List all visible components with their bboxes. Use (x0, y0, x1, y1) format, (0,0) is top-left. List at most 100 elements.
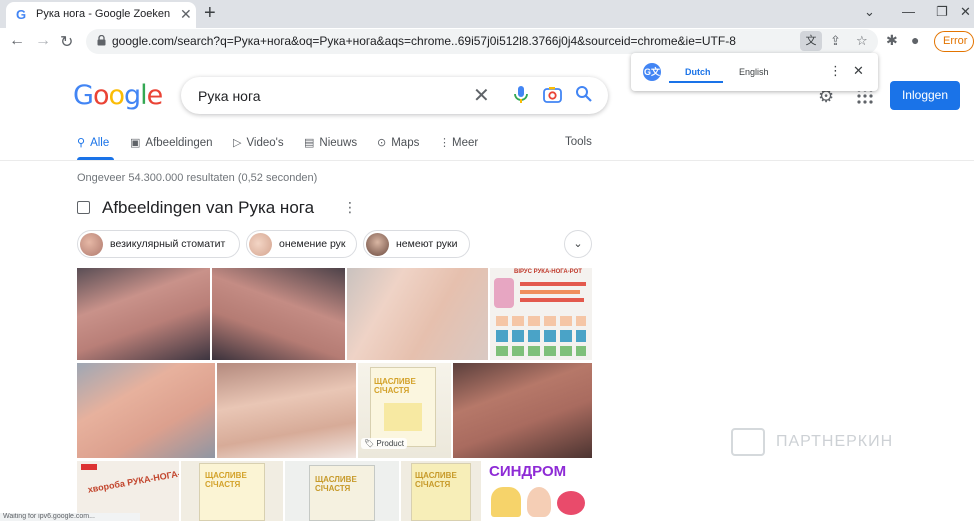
google-logo[interactable]: Google (73, 80, 164, 111)
image-result-product-bag[interactable]: ЩАСЛИВЕ СІЧАСТЯ (285, 461, 399, 521)
chip-hands-go-numb[interactable]: немеют руки (363, 230, 470, 258)
result-stats: Ongeveer 54.300.000 resultaten (0,52 sec… (77, 172, 318, 184)
image-result-product-pack-2[interactable]: ЩАСЛИВЕ СІЧАСТЯ (181, 461, 283, 521)
chip-label: везикулярный стоматит (110, 238, 226, 250)
translate-popup: G文 Dutch English ⋮ ✕ (631, 53, 878, 91)
tab-label: Maps (391, 137, 420, 149)
product-badge: 🏷 Product (361, 438, 407, 449)
tab-more[interactable]: ⋮ Meer (439, 136, 478, 149)
translate-target-lang[interactable]: English (739, 67, 769, 77)
logo-letter: o (92, 80, 110, 111)
play-icon: ▷ (233, 137, 242, 149)
browser-status-bar: Waiting for ipv6.google.com... (0, 513, 140, 521)
syndrome-title: СИНДРОМ (489, 463, 567, 480)
pack-label: ЩАСЛИВЕ СІЧАСТЯ (205, 471, 247, 489)
microphone-icon[interactable] (513, 85, 529, 105)
tabs-divider (0, 160, 974, 161)
translate-source-lang[interactable]: Dutch (685, 67, 711, 77)
search-input[interactable]: Рука нога (198, 88, 261, 104)
tab-maps[interactable]: ⊙ Maps (377, 136, 419, 149)
image-result-hands-rash-2[interactable] (212, 268, 345, 360)
image-section-icon (77, 201, 90, 214)
reload-icon[interactable]: ↻ (60, 32, 73, 52)
pack-label: ЩАСЛИВЕ СІЧАСТЯ (415, 471, 457, 489)
image-result-infographic[interactable]: ВІРУС РУКА-НОГА-РОТ (490, 268, 592, 360)
infographic-title: ВІРУС РУКА-НОГА-РОТ (514, 269, 582, 275)
image-result-hands-closeup[interactable] (453, 363, 592, 458)
extensions-puzzle-icon[interactable]: ✱ (886, 32, 898, 49)
logo-letter: e (146, 80, 164, 111)
watermark-text: ПАРТНЕРКИН (776, 433, 894, 450)
image-result-palms-spots[interactable] (77, 363, 215, 458)
more-vert-icon: ⋮ (439, 137, 450, 149)
tab-all[interactable]: ⚲ Alle (77, 136, 109, 149)
tab-search-chevron-icon[interactable]: ⌄ (864, 4, 875, 20)
chip-thumbnail (80, 233, 103, 256)
tab-label: Meer (452, 137, 479, 149)
google-translate-logo-icon: G文 (643, 63, 661, 81)
lock-icon[interactable] (97, 35, 106, 46)
poster-title: хвороба РУКА-НОГА-РОТ (86, 465, 179, 495)
restore-icon[interactable]: ❐ (936, 4, 948, 20)
url-text[interactable]: google.com/search?q=Рука+нога&oq=Рука+но… (112, 34, 736, 48)
clear-search-icon[interactable]: ✕ (473, 83, 490, 108)
google-favicon-icon: G (16, 7, 27, 22)
image-result-hfmd-poster[interactable]: хвороба РУКА-НОГА-РОТ (77, 461, 179, 521)
address-bar[interactable]: google.com/search?q=Рука+нога&oq=Рука+но… (86, 29, 878, 54)
pin-icon: ⊙ (377, 137, 387, 149)
logo-letter: o (108, 80, 125, 111)
image-result-hands-rash-1[interactable] (77, 268, 210, 360)
pack-label: ЩАСЛИВЕ СІЧАСТЯ (315, 475, 357, 493)
login-button[interactable]: Inloggen (890, 81, 960, 110)
share-icon[interactable]: ⇪ (830, 33, 841, 49)
watermark-logo-icon (731, 428, 765, 456)
tab-images[interactable]: ▣ Afbeeldingen (130, 136, 213, 149)
chips-expand-chevron-icon[interactable]: ⌄ (564, 230, 592, 258)
chip-thumbnail (249, 233, 272, 256)
chip-label: онемение рук (279, 238, 346, 250)
chip-vesicular-stomatitis[interactable]: везикулярный стоматит (77, 230, 240, 258)
forward-arrow-icon[interactable]: → (35, 32, 51, 50)
profile-icon[interactable]: ● (911, 32, 919, 48)
search-box[interactable]: Рука нога ✕ (181, 77, 608, 114)
search-icon: ⚲ (77, 137, 86, 149)
news-icon: ▤ (304, 137, 315, 149)
logo-letter: g (124, 80, 141, 111)
tab-label: Afbeeldingen (145, 137, 213, 149)
tab-close-icon[interactable]: ✕ (180, 6, 192, 23)
image-icon: ▣ (130, 137, 141, 149)
image-result-syndrome[interactable]: СИНДРОМ (483, 461, 592, 521)
bookmark-star-icon[interactable]: ☆ (856, 33, 868, 49)
tools-button[interactable]: Tools (565, 136, 592, 148)
translate-close-icon[interactable]: ✕ (853, 63, 864, 79)
minimize-icon[interactable]: — (902, 4, 915, 19)
browser-tab[interactable]: G Рука нога - Google Zoeken ✕ (6, 2, 196, 28)
window-close-icon[interactable]: ✕ (960, 4, 971, 20)
logo-letter: G (73, 80, 94, 111)
new-tab-button[interactable]: + (204, 2, 216, 25)
translate-more-icon[interactable]: ⋮ (829, 63, 842, 79)
images-heading[interactable]: Afbeeldingen van Рука нога (102, 198, 314, 218)
back-arrow-icon[interactable]: ← (9, 32, 25, 50)
camera-lens-icon[interactable] (543, 86, 562, 103)
translate-icon[interactable]: 文 (800, 31, 822, 51)
pack-label: ЩАСЛИВЕ СІЧАСТЯ (374, 377, 416, 395)
tab-label: Alle (90, 137, 110, 149)
error-button[interactable]: Error (934, 31, 974, 52)
tab-label: Nieuws (319, 137, 358, 149)
chip-label: немеют руки (396, 238, 458, 250)
chip-thumbnail (366, 233, 389, 256)
browser-tab-strip: G Рука нога - Google Zoeken ✕ + ⌄ — ❐ ✕ (0, 0, 974, 28)
more-vert-icon[interactable]: ⋮ (343, 199, 357, 216)
image-result-product-pack-3[interactable]: ЩАСЛИВЕ СІЧАСТЯ (401, 461, 481, 521)
search-icon[interactable] (575, 85, 593, 103)
tag-icon: 🏷 (364, 439, 375, 448)
image-result-feet-rash[interactable] (347, 268, 488, 360)
chip-numbness-hands[interactable]: онемение рук (246, 230, 357, 258)
browser-toolbar: ← → ↻ google.com/search?q=Рука+нога&oq=Р… (0, 28, 974, 56)
tab-videos[interactable]: ▷ Video's (233, 136, 284, 149)
tab-title: Рука нога - Google Zoeken (36, 8, 171, 20)
tab-label: Video's (246, 137, 284, 149)
image-result-foot-sole[interactable] (217, 363, 356, 458)
tab-news[interactable]: ▤ Nieuws (304, 136, 357, 149)
